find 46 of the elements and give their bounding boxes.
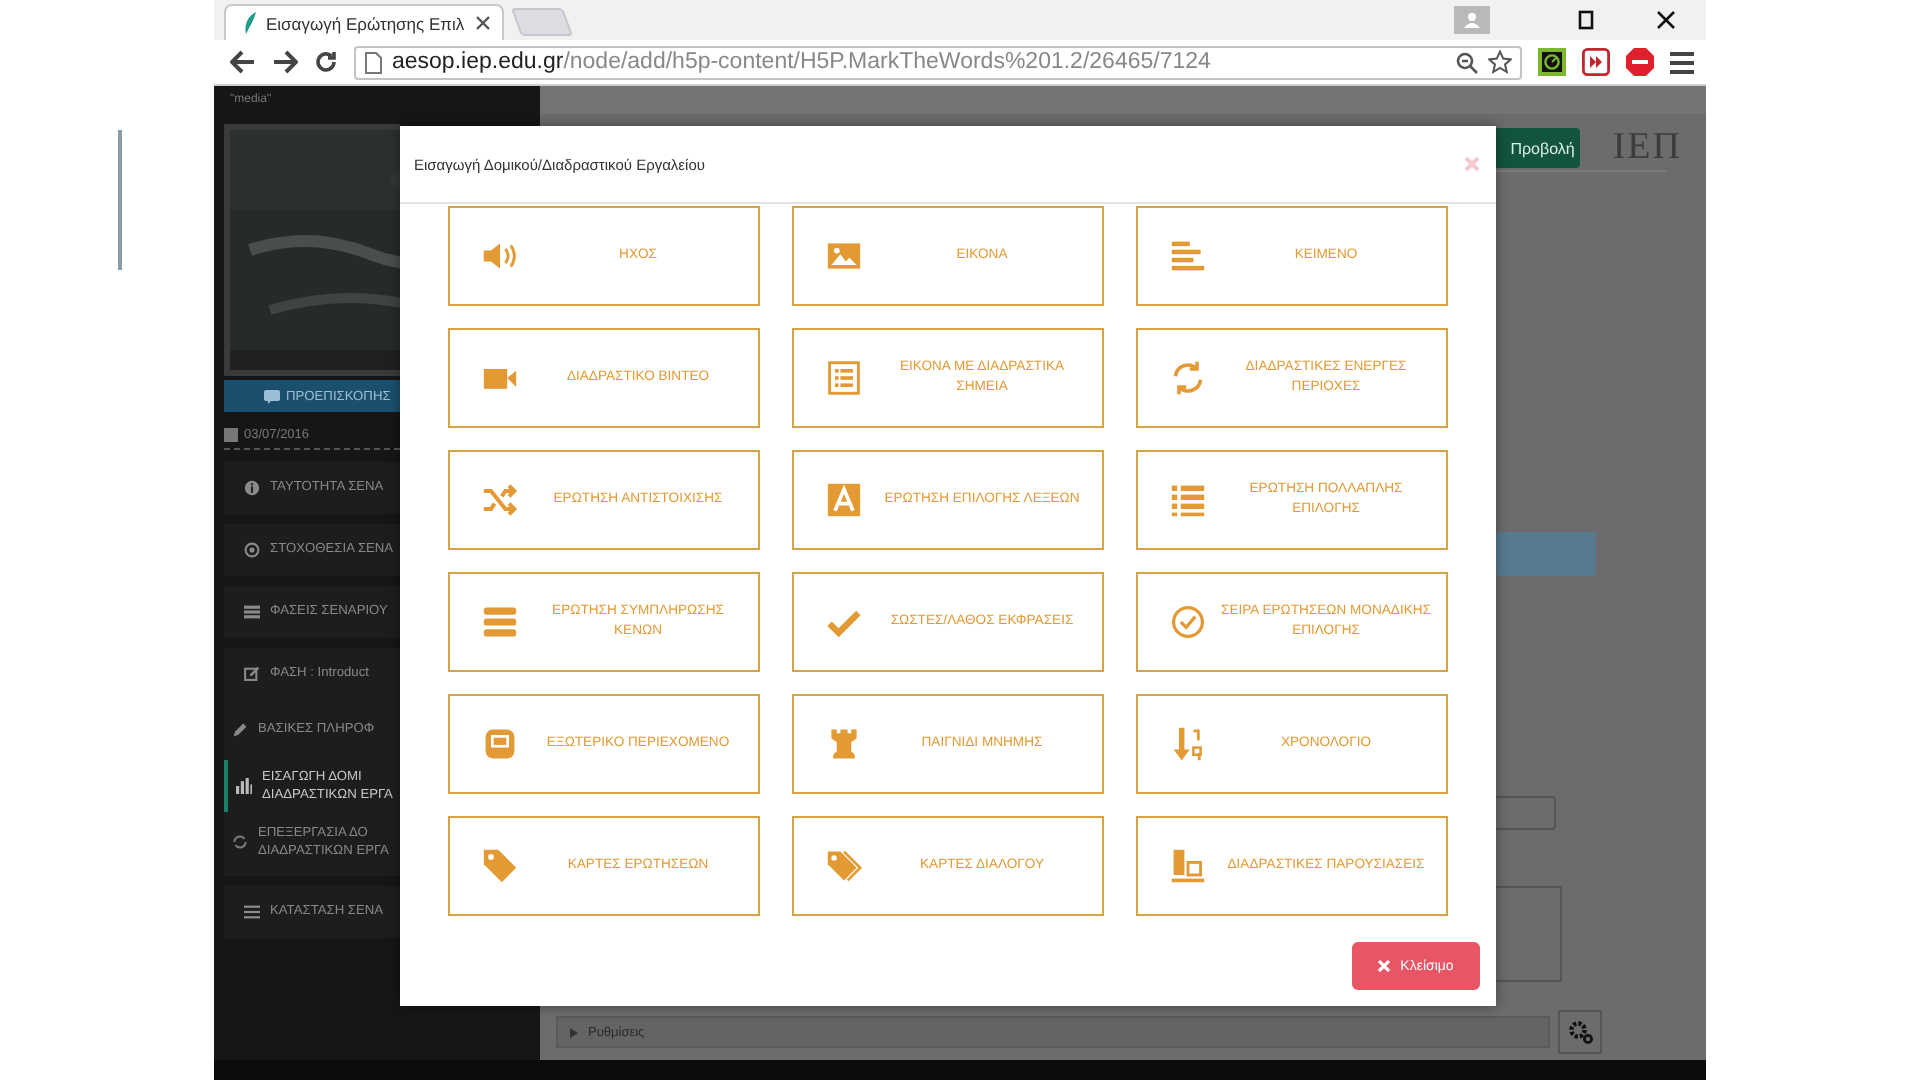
drive-icon: [482, 726, 518, 762]
image-icon: [826, 238, 862, 274]
back-icon[interactable]: [230, 50, 256, 74]
menu-icon[interactable]: [1670, 51, 1694, 73]
url-text: aesop.iep.edu.gr/node/add/h5p-content/H5P.MarkTheWords%201.2/26465/7124: [392, 50, 1213, 74]
bar-chart-icon: [236, 778, 252, 794]
refresh-icon: [232, 834, 248, 850]
presentation-icon: [1170, 848, 1206, 884]
speaker-icon: [482, 238, 518, 274]
caret-icon: [570, 1027, 578, 1037]
page-icon: [364, 51, 382, 73]
tags-icon: [826, 848, 862, 884]
font-icon: [826, 482, 862, 518]
reload-icon[interactable]: [314, 50, 338, 74]
menu-icon: [244, 904, 260, 920]
zoom-icon[interactable]: [1456, 51, 1478, 73]
leaf-icon: [242, 12, 258, 34]
target-icon: [244, 542, 260, 558]
info-icon: [244, 480, 260, 496]
forward-icon[interactable]: [272, 50, 298, 74]
browser-tab[interactable]: Εισαγωγή Ερώτησης Επιλ: [224, 4, 504, 40]
tab-close-icon[interactable]: [476, 16, 490, 30]
close-icon: [1378, 960, 1391, 972]
play-extension-icon[interactable]: [1582, 48, 1610, 76]
restore-icon[interactable]: [1576, 10, 1596, 30]
chat-icon: [264, 389, 280, 403]
list-icon: [1170, 482, 1206, 518]
star-icon[interactable]: [1488, 50, 1512, 74]
timer-extension-icon[interactable]: [1538, 48, 1566, 76]
list-document-icon: [826, 360, 862, 396]
refresh-icon: [1170, 360, 1206, 396]
check-circle-icon: [1170, 604, 1206, 640]
address-bar[interactable]: aesop.iep.edu.gr/node/add/h5p-content/H5P.MarkTheWords%201.2/26465/7124: [354, 45, 1522, 79]
gears-icon: [1567, 1020, 1593, 1044]
shuffle-icon: [482, 482, 518, 518]
pencil-icon: [232, 722, 248, 738]
stacked-bars-icon: [482, 604, 518, 640]
close-icon[interactable]: [1656, 10, 1676, 30]
tag-icon: [482, 848, 518, 884]
rook-icon: [826, 726, 862, 762]
text-lines-icon: [1170, 238, 1206, 274]
sort-down-icon: [1170, 726, 1206, 762]
settings-button[interactable]: [1558, 1010, 1602, 1054]
edit-icon: [244, 666, 260, 682]
list-icon: [244, 604, 260, 620]
adblock-icon[interactable]: [1626, 48, 1654, 76]
